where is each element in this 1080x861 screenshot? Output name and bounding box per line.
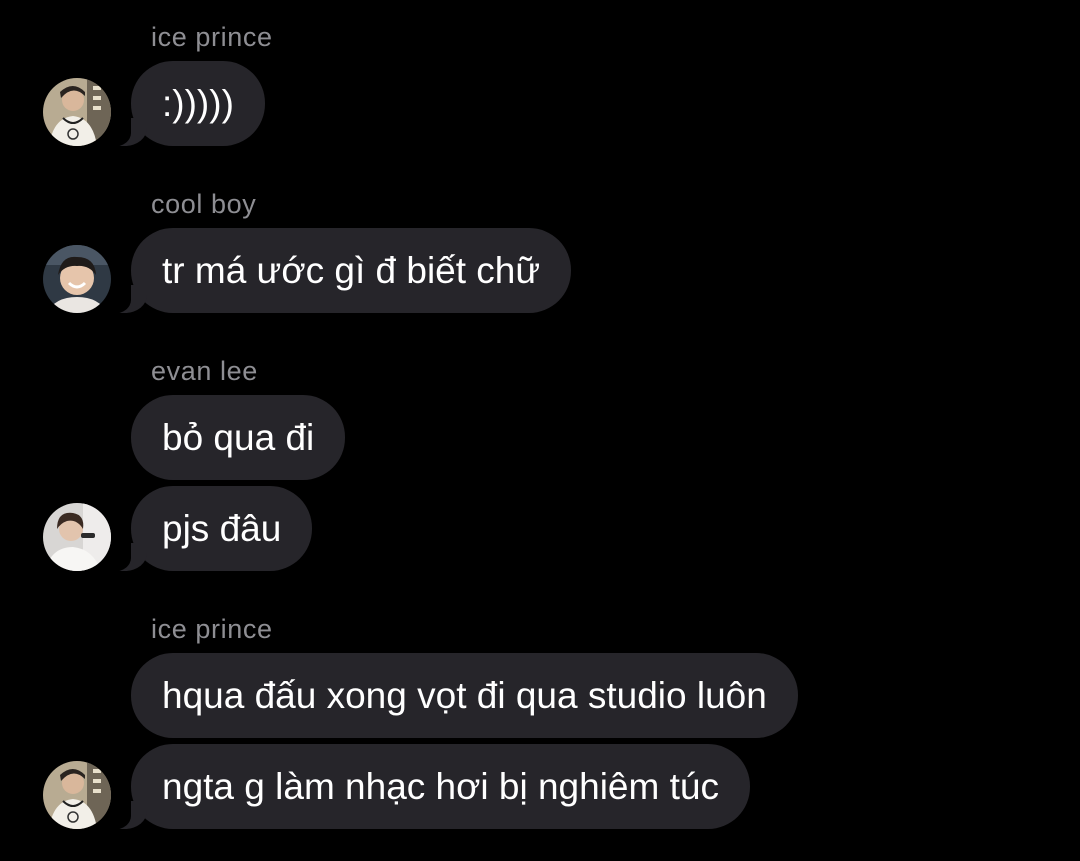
message-bubble[interactable]: :))))): [101, 61, 265, 147]
sender-name: evan lee: [151, 356, 258, 386]
sender-name: ice prince: [151, 22, 273, 52]
message-bubble[interactable]: bỏ qua đi: [131, 395, 346, 480]
sender-name: ice prince: [151, 614, 273, 644]
message-bubble[interactable]: pjs đâu: [100, 486, 313, 572]
message-bubble[interactable]: tr má ước gì đ biết chữ: [100, 228, 572, 314]
evan-lee-avatar[interactable]: [43, 503, 111, 571]
message-bubble[interactable]: ngta g làm nhạc hơi bị nghiêm túc: [101, 744, 750, 830]
sender-name: cool boy: [151, 189, 257, 219]
message-bubble[interactable]: hqua đấu xong vọt đi qua studio luôn: [131, 653, 798, 738]
cool-boy-avatar[interactable]: [43, 245, 111, 313]
ice-prince-avatar[interactable]: [43, 78, 111, 146]
ice-prince-avatar[interactable]: [43, 761, 111, 829]
